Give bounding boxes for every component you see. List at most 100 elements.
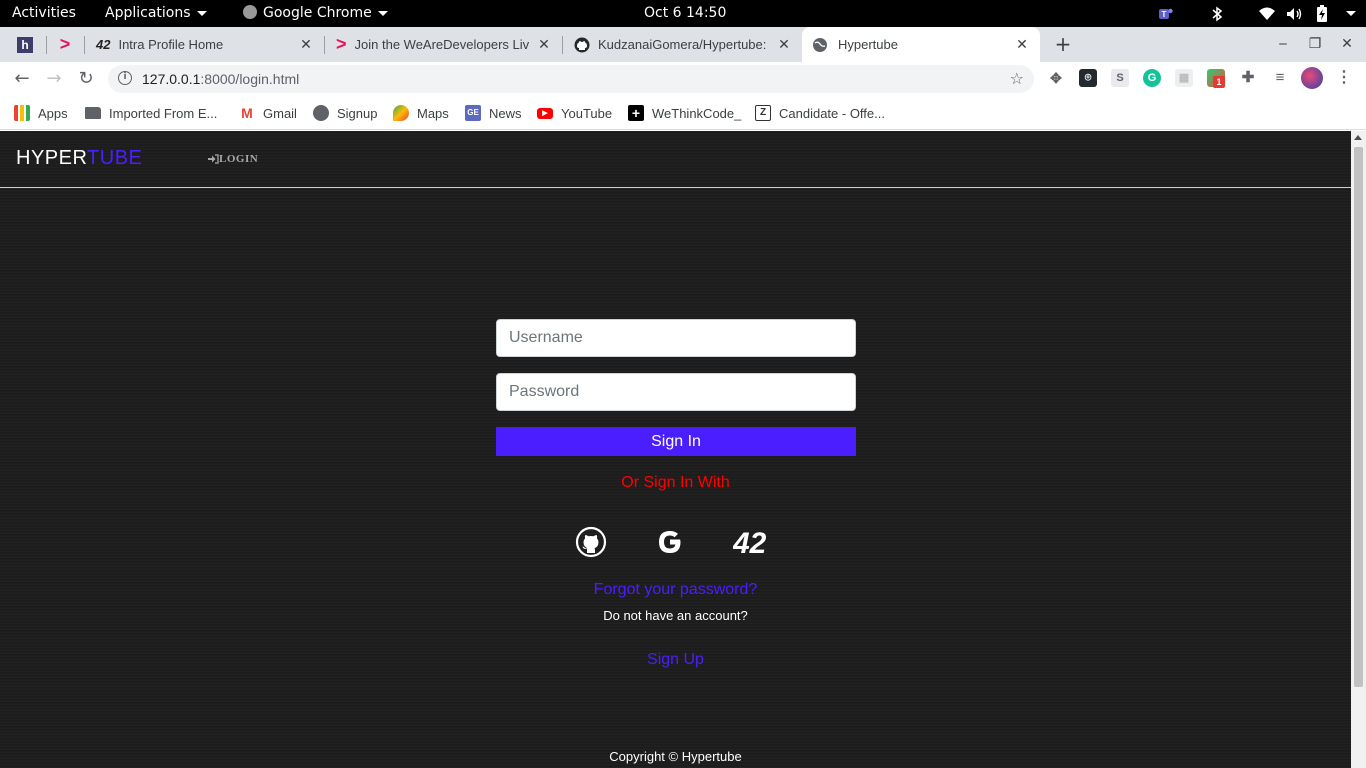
puzzle-icon[interactable]: ✚ <box>1239 69 1257 87</box>
bookmark-label: Signup <box>337 105 378 121</box>
bookmark-label: News <box>489 105 522 121</box>
no-account-text: Do not have an account? <box>603 608 748 623</box>
42-icon: 42 <box>732 527 767 560</box>
nav-login-label: LOGIN <box>219 153 259 165</box>
grammarly-icon[interactable]: G <box>1143 69 1161 87</box>
gmail-icon: M <box>241 105 253 121</box>
apps-grid-icon <box>14 105 30 121</box>
wifi-icon[interactable] <box>1258 0 1276 27</box>
username-input[interactable] <box>496 319 856 357</box>
svg-text:T: T <box>1162 10 1167 19</box>
site-header: HYPERTUBE LOGIN <box>0 131 1351 188</box>
tab-strip: h > 42 Intra Profile Home ✕ > Join the W… <box>0 27 1366 62</box>
maps-icon <box>393 105 409 121</box>
restore-button[interactable]: ❐ <box>1299 27 1331 62</box>
globe-icon <box>813 37 827 52</box>
copyright-text: Copyright © Hypertube <box>609 749 742 764</box>
password-input[interactable] <box>496 373 856 411</box>
system-menu-arrow[interactable] <box>1340 0 1356 27</box>
applications-menu[interactable]: Applications <box>105 5 207 21</box>
teams-icon[interactable]: T <box>1158 0 1174 27</box>
forward-button[interactable]: → <box>42 67 66 91</box>
sign-in-icon <box>208 154 219 164</box>
window-close-button[interactable]: ✕ <box>1331 27 1363 62</box>
chevron-down-icon <box>377 10 388 16</box>
pinned-tab-wearedevelopers[interactable]: > <box>50 27 80 62</box>
tab-github-hypertube[interactable]: KudzanaiGomera/Hypertube: ✕ <box>566 27 800 62</box>
google-login-button[interactable] <box>653 525 687 559</box>
media-queue-icon[interactable]: ≡ <box>1271 69 1289 87</box>
app-menu[interactable]: Google Chrome <box>243 5 388 21</box>
42-logo-text: 42 <box>733 527 767 559</box>
bookmark-maps[interactable]: Maps <box>393 104 449 122</box>
zendesk-icon: Z <box>755 105 771 121</box>
scroll-up-arrow-icon[interactable] <box>1354 135 1362 140</box>
bookmark-imported-folder[interactable]: Imported From E... <box>85 104 217 122</box>
close-icon[interactable]: ✕ <box>298 36 314 53</box>
extension-grid-icon[interactable]: ▦ <box>1175 69 1193 87</box>
tab-intra-profile[interactable]: 42 Intra Profile Home ✕ <box>88 27 322 62</box>
battery-icon[interactable] <box>1316 0 1328 27</box>
bookmarks-bar: Apps Imported From E... M Gmail Signup M… <box>0 96 1366 130</box>
bookmark-label: Apps <box>38 105 68 121</box>
bookmark-label: Gmail <box>263 105 297 121</box>
bookmark-gmail[interactable]: M Gmail <box>239 104 297 122</box>
back-button[interactable]: ← <box>10 67 34 91</box>
info-icon[interactable]: i <box>118 71 132 85</box>
dropbox-icon[interactable]: ✥ <box>1047 69 1065 87</box>
notification-badge: 1 <box>1213 76 1225 88</box>
chevron-right-icon: > <box>59 34 71 54</box>
kebab-menu-icon[interactable]: ⋮ <box>1335 69 1353 87</box>
url-path: :8000/login.html <box>200 71 300 87</box>
close-icon[interactable]: ✕ <box>1014 36 1030 53</box>
nav-login-link[interactable]: LOGIN <box>208 153 258 165</box>
tab-counter-icon[interactable]: 1 <box>1207 69 1225 88</box>
site-logo[interactable]: HYPERTUBE <box>16 147 142 170</box>
bookmark-label: Candidate - Offe... <box>779 105 885 121</box>
forgot-password-link[interactable]: Forgot your password? <box>0 581 1351 599</box>
clock[interactable]: Oct 6 14:50 <box>644 5 726 21</box>
avatar[interactable] <box>1301 67 1323 89</box>
tab-separator <box>46 36 47 54</box>
s-extension-icon[interactable]: S <box>1111 69 1129 87</box>
github-icon <box>574 37 590 52</box>
42-login-button[interactable]: 42 <box>732 525 775 560</box>
minimize-button[interactable]: ‒ <box>1267 27 1299 62</box>
sign-in-button[interactable]: Sign In <box>496 427 856 456</box>
pinned-tab-h[interactable]: h <box>10 27 40 62</box>
bookmark-signup[interactable]: Signup <box>313 104 377 122</box>
page-scrollbar[interactable] <box>1351 131 1366 768</box>
volume-icon[interactable] <box>1286 0 1304 27</box>
scrollbar-thumb[interactable] <box>1354 147 1363 687</box>
url-text: 127.0.0.1:8000/login.html <box>142 71 299 87</box>
bookmark-youtube[interactable]: ▶ YouTube <box>537 104 612 122</box>
bluetooth-icon[interactable] <box>1211 0 1223 27</box>
42-icon: 42 <box>96 37 111 52</box>
new-tab-button[interactable]: + <box>1047 27 1079 62</box>
github-icon <box>575 526 607 558</box>
tab-title: KudzanaiGomera/Hypertube: <box>598 37 767 52</box>
h-icon: h <box>17 36 33 53</box>
chevron-down-icon <box>1346 11 1356 16</box>
tab-wearedevelopers[interactable]: > Join the WeAreDevelopers Liv ✕ <box>328 27 560 62</box>
bookmark-candidate[interactable]: Z Candidate - Offe... <box>755 104 885 122</box>
tab-hypertube[interactable]: Hypertube ✕ <box>802 27 1040 62</box>
bookmark-apps[interactable]: Apps <box>14 104 68 122</box>
browser-toolbar: ← → ↻ i 127.0.0.1:8000/login.html ☆ ✥ ⌾ … <box>0 62 1366 96</box>
google-icon <box>659 531 681 553</box>
close-icon[interactable]: ✕ <box>776 36 792 53</box>
bookmark-wethinkcode[interactable]: + WeThinkCode_ <box>628 104 741 122</box>
close-icon[interactable]: ✕ <box>536 36 552 53</box>
activities-button[interactable]: Activities <box>12 5 76 21</box>
system-top-bar: Activities Applications Google Chrome Oc… <box>0 0 1366 27</box>
github-extension-icon[interactable]: ⌾ <box>1079 69 1097 87</box>
globe-icon <box>313 105 329 121</box>
bookmark-star-icon[interactable]: ☆ <box>1010 69 1024 88</box>
sign-up-link[interactable]: Sign Up <box>0 651 1351 669</box>
address-bar[interactable]: i 127.0.0.1:8000/login.html ☆ <box>108 65 1034 93</box>
bookmark-news[interactable]: GE News <box>465 104 522 122</box>
bookmark-label: WeThinkCode_ <box>652 105 742 121</box>
github-login-button[interactable] <box>574 525 608 559</box>
logo-part-1: HYPER <box>16 147 88 169</box>
reload-button[interactable]: ↻ <box>74 67 98 91</box>
